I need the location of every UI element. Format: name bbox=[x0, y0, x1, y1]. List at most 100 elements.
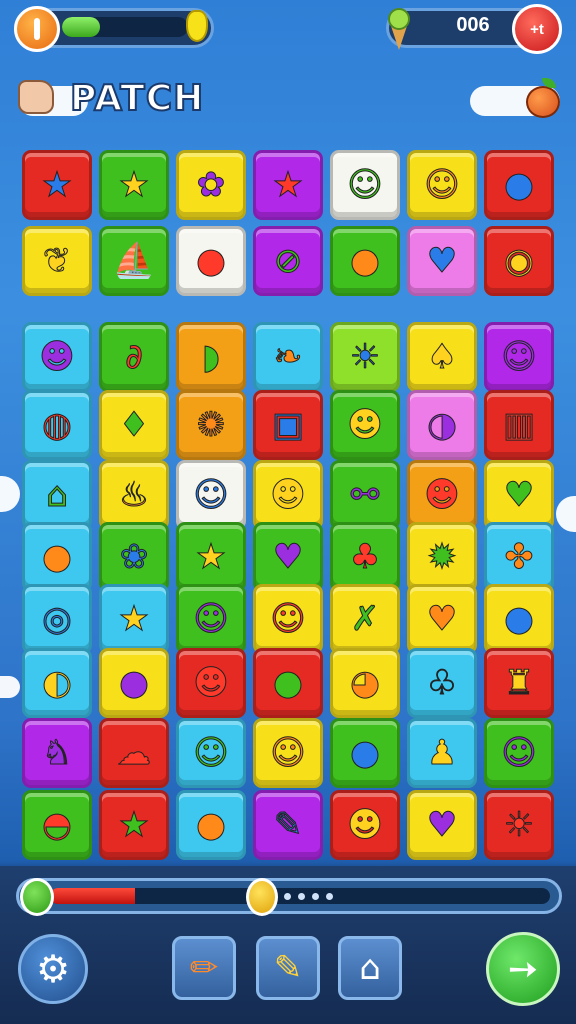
tile-item-icon: ★ bbox=[118, 599, 150, 639]
tile-item-icon: ♞ bbox=[41, 733, 73, 773]
progress-slider-knob[interactable] bbox=[246, 878, 278, 916]
board-tile[interactable]: ☻ bbox=[407, 460, 477, 530]
board-tile[interactable]: ◉ bbox=[484, 226, 554, 296]
board-tile[interactable]: ◑ bbox=[407, 390, 477, 460]
progress-dot bbox=[284, 893, 291, 900]
board-tile[interactable]: ★ bbox=[99, 584, 169, 654]
board-tile[interactable]: ♞ bbox=[22, 718, 92, 788]
board-tile[interactable]: ★ bbox=[22, 150, 92, 220]
tile-item-icon: ● bbox=[350, 733, 381, 773]
tool-button-1[interactable]: ✏ bbox=[172, 936, 236, 1000]
board-tile[interactable]: ☁ bbox=[99, 718, 169, 788]
board-tile[interactable]: ☺ bbox=[176, 584, 246, 654]
board-tile[interactable]: ✺ bbox=[176, 390, 246, 460]
tile-item-icon: ☻ bbox=[424, 475, 460, 515]
board-tile[interactable]: ♣ bbox=[330, 522, 400, 592]
board-tile[interactable]: ♧ bbox=[407, 648, 477, 718]
board-tile[interactable]: ★ bbox=[99, 150, 169, 220]
board-tile[interactable]: ● bbox=[330, 718, 400, 788]
board-tile[interactable]: ◎ bbox=[22, 584, 92, 654]
board-tile[interactable]: ☻ bbox=[22, 322, 92, 392]
settings-button[interactable]: ⚙ bbox=[18, 934, 88, 1004]
board-tile[interactable]: ◓ bbox=[22, 790, 92, 860]
board-tile[interactable]: ⚯ bbox=[330, 460, 400, 530]
board-tile[interactable]: ⛵ bbox=[99, 226, 169, 296]
tile-item-icon: ◗ bbox=[202, 337, 221, 377]
board-tile[interactable]: ♥ bbox=[253, 522, 323, 592]
pencil-icon: ✎ bbox=[273, 948, 303, 988]
board-tile[interactable]: ☀ bbox=[484, 790, 554, 860]
tile-item-icon: ◕ bbox=[350, 663, 381, 703]
board-tile[interactable]: ☺ bbox=[484, 322, 554, 392]
board-tile[interactable]: ● bbox=[22, 522, 92, 592]
board-tile[interactable]: ♥ bbox=[407, 790, 477, 860]
board-tile[interactable]: ● bbox=[99, 648, 169, 718]
tile-item-icon: ✿ bbox=[196, 165, 226, 205]
board-tile[interactable]: ❦ bbox=[22, 226, 92, 296]
board-tile[interactable]: ☺ bbox=[253, 584, 323, 654]
board-tile[interactable]: ✗ bbox=[330, 584, 400, 654]
board-tile[interactable]: ⌂ bbox=[22, 460, 92, 530]
board-tile[interactable]: ✿ bbox=[176, 150, 246, 220]
board-tile[interactable]: ☺ bbox=[253, 718, 323, 788]
board-tile[interactable]: ♜ bbox=[484, 648, 554, 718]
board-tile[interactable]: ♠ bbox=[407, 322, 477, 392]
board-tile[interactable]: ☺ bbox=[176, 460, 246, 530]
board-tile[interactable]: ☻ bbox=[253, 460, 323, 530]
board-tile[interactable]: ∂ bbox=[99, 322, 169, 392]
board-tile[interactable]: ✤ bbox=[484, 522, 554, 592]
board-tile[interactable]: ☺ bbox=[407, 150, 477, 220]
board-tile[interactable]: ♨ bbox=[99, 460, 169, 530]
board-tile[interactable]: ● bbox=[253, 648, 323, 718]
board-tile[interactable]: ❀ bbox=[99, 522, 169, 592]
tile-item-icon: ● bbox=[504, 599, 535, 639]
tile-item-icon: ✗ bbox=[350, 599, 380, 639]
tile-item-icon: ◓ bbox=[42, 805, 73, 845]
board-tile[interactable]: ♥ bbox=[407, 226, 477, 296]
board-tile[interactable]: ◗ bbox=[176, 322, 246, 392]
board-tile[interactable]: ♟ bbox=[407, 718, 477, 788]
board-tile[interactable]: ☻ bbox=[330, 790, 400, 860]
tile-item-icon: ☺ bbox=[424, 165, 460, 205]
board-tile[interactable]: ♦ bbox=[99, 390, 169, 460]
board-tile[interactable]: ⊘ bbox=[253, 226, 323, 296]
box-icon: ⌂ bbox=[359, 948, 381, 988]
board-tile[interactable]: ● bbox=[484, 150, 554, 220]
board-tile[interactable]: ☀ bbox=[330, 322, 400, 392]
next-button[interactable]: ➙ bbox=[486, 932, 560, 1006]
board-tile[interactable]: ☺ bbox=[484, 718, 554, 788]
tile-item-icon: ☺ bbox=[501, 733, 537, 773]
board-tile[interactable]: ◕ bbox=[330, 648, 400, 718]
tile-item-icon: ☀ bbox=[349, 337, 381, 377]
board-tile[interactable]: ♥ bbox=[407, 584, 477, 654]
board-tile[interactable]: ✎ bbox=[253, 790, 323, 860]
tool-button-3[interactable]: ⌂ bbox=[338, 936, 402, 1000]
board-tile[interactable]: ★ bbox=[176, 522, 246, 592]
board-tile[interactable]: ▣ bbox=[253, 390, 323, 460]
board-tile[interactable]: ♥ bbox=[484, 460, 554, 530]
board-tile[interactable]: ▥ bbox=[484, 390, 554, 460]
board-tile[interactable]: ◍ bbox=[22, 390, 92, 460]
tile-item-icon: ♥ bbox=[272, 537, 304, 577]
board-tile[interactable]: ❧ bbox=[253, 322, 323, 392]
board-tile[interactable]: ★ bbox=[99, 790, 169, 860]
board-tile[interactable]: ✹ bbox=[407, 522, 477, 592]
board-tile[interactable]: ◐ bbox=[22, 648, 92, 718]
tile-item-icon: ♦ bbox=[118, 405, 150, 445]
board-tile[interactable]: ● bbox=[176, 790, 246, 860]
board-tile[interactable]: ★ bbox=[253, 150, 323, 220]
board-tile[interactable]: ● bbox=[484, 584, 554, 654]
tool-button-2[interactable]: ✎ bbox=[256, 936, 320, 1000]
tile-item-icon: ☺ bbox=[270, 733, 306, 773]
board-tile[interactable]: ☺ bbox=[330, 150, 400, 220]
tile-item-icon: ☁ bbox=[117, 733, 152, 773]
progress-dot bbox=[298, 893, 305, 900]
board-tile[interactable]: ● bbox=[330, 226, 400, 296]
board-tile[interactable]: ☻ bbox=[330, 390, 400, 460]
board-tile[interactable]: ☻ bbox=[176, 648, 246, 718]
tile-item-icon: ∂ bbox=[125, 337, 144, 377]
board-tile[interactable]: ☺ bbox=[176, 718, 246, 788]
tile-item-icon: ☻ bbox=[270, 475, 306, 515]
tile-item-icon: ♜ bbox=[503, 663, 535, 703]
board-tile[interactable]: ● bbox=[176, 226, 246, 296]
